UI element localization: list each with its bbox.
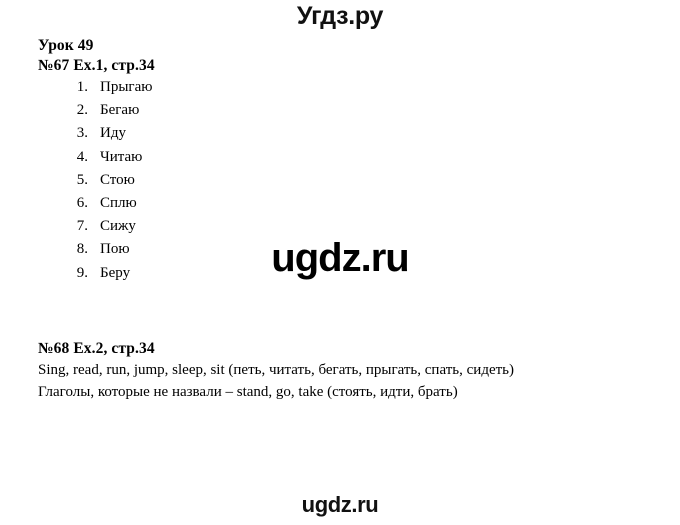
list-item: 4. Читаю (38, 146, 642, 169)
list-item-number: 9. (76, 264, 88, 281)
list-item-number: 6. (76, 195, 88, 212)
verb-list: 1. Прыгаю 2. Бегаю 3. Иду 4. Читаю 5. Стою 6. Сплю 7… (38, 76, 642, 285)
list-item-label: Бегаю (100, 102, 140, 119)
list-item-number: 8. (76, 241, 88, 258)
list-item: 6. Сплю (38, 192, 642, 215)
list-item-label: Пою (100, 241, 130, 258)
watermark-bottom: ugdz.ru (301, 492, 379, 517)
page-canvas: Угдз.ру Урок 49 №67 Ex.1, стр.34 1. Прыга… (0, 0, 680, 525)
list-item: 3. Иду (38, 122, 642, 145)
list-item-label: Беру (100, 264, 131, 281)
list-item: 8. Пою (38, 238, 642, 261)
exercise-2-heading: №68 Ex.2, стр.34 (38, 339, 155, 357)
list-item: 9. Беру (38, 262, 642, 285)
list-item-label: Прыгаю (100, 79, 153, 95)
list-item-label: Сижу (100, 218, 136, 235)
list-item-label: Стою (100, 171, 135, 188)
exercise-2-paragraph-2: Глаголы, которые не назвали – stand, go,… (38, 383, 458, 400)
list-item-number: 2. (76, 102, 88, 119)
list-item: 1. Прыгаю (38, 76, 642, 99)
list-item-number: 7. (76, 218, 88, 235)
list-item-label: Сплю (100, 195, 137, 212)
lesson-heading: Урок 49 (38, 37, 94, 54)
list-item-number: 3. (76, 125, 88, 142)
list-item-number: 4. (76, 148, 88, 165)
site-logo-top: Угдз.ру (296, 2, 384, 30)
list-item-label: Иду (100, 125, 126, 142)
list-item-number: 1. (76, 79, 88, 95)
list-item-label: Читаю (100, 148, 143, 165)
list-item: 2. Бегаю (38, 99, 642, 122)
list-item: 7. Сижу (38, 215, 642, 238)
exercise-2-paragraph-1: Sing, read, run, jump, sleep, sit (петь,… (38, 361, 514, 378)
list-item: 5. Стою (38, 169, 642, 192)
list-item-number: 5. (76, 171, 88, 188)
exercise-1-heading: №67 Ex.1, стр.34 (38, 57, 155, 74)
document-content: Урок 49 №67 Ex.1, стр.34 1. Прыгаю 2. Бегаю… (38, 36, 642, 403)
